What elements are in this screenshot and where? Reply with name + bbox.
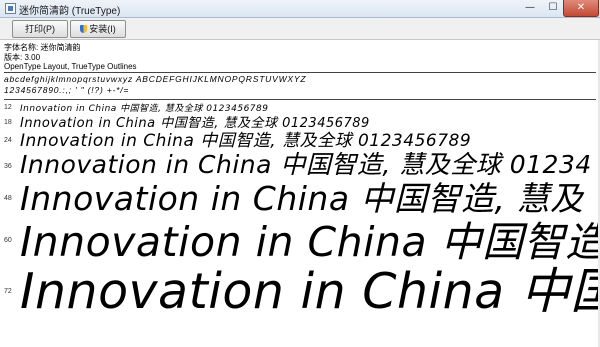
sample-size-label: 36 [4,163,12,170]
minimize-button[interactable]: — [518,0,542,16]
sample-size-label: 72 [4,288,12,295]
sample-size-label: 24 [4,137,12,144]
charset-letters: abcdefghijklmnopqrstuvwxyz ABCDEFGHIJKLM… [4,74,307,84]
sample-size-label: 60 [4,237,12,244]
close-button[interactable]: ✕ [563,0,599,17]
font-format-line: OpenType Layout, TrueType Outlines [4,62,137,71]
charset-symbols: 1234567890.:,; ' " (!?) +-*/= [4,85,130,95]
sample-text: Innovation in China 中国 [20,263,600,320]
sample-size-label: 12 [4,104,12,111]
install-button-label: 安装(I) [89,24,116,34]
window-title: 迷你简清韵 (TrueType) [19,6,121,17]
install-button[interactable]: 安装(I) [70,20,126,38]
font-app-icon [5,3,16,14]
title-bar[interactable]: 迷你简清韵 (TrueType) — ☐ ✕ [0,0,600,18]
divider [4,99,596,100]
print-button-label: 打印(P) [25,24,55,34]
print-button[interactable]: 打印(P) [12,20,68,38]
font-preview-area[interactable]: 字体名称: 迷你简清韵 版本: 3.00 OpenType Layout, Tr… [0,40,600,347]
sample-size-label: 48 [4,195,12,202]
toolbar: 打印(P) 安装(I) [0,18,600,40]
shield-icon [80,25,88,33]
divider [4,72,596,73]
sample-size-label: 18 [4,119,12,126]
font-viewer-window: 迷你简清韵 (TrueType) — ☐ ✕ 打印(P) 安装(I) 字体名称:… [0,0,600,347]
maximize-button[interactable]: ☐ [542,0,564,16]
